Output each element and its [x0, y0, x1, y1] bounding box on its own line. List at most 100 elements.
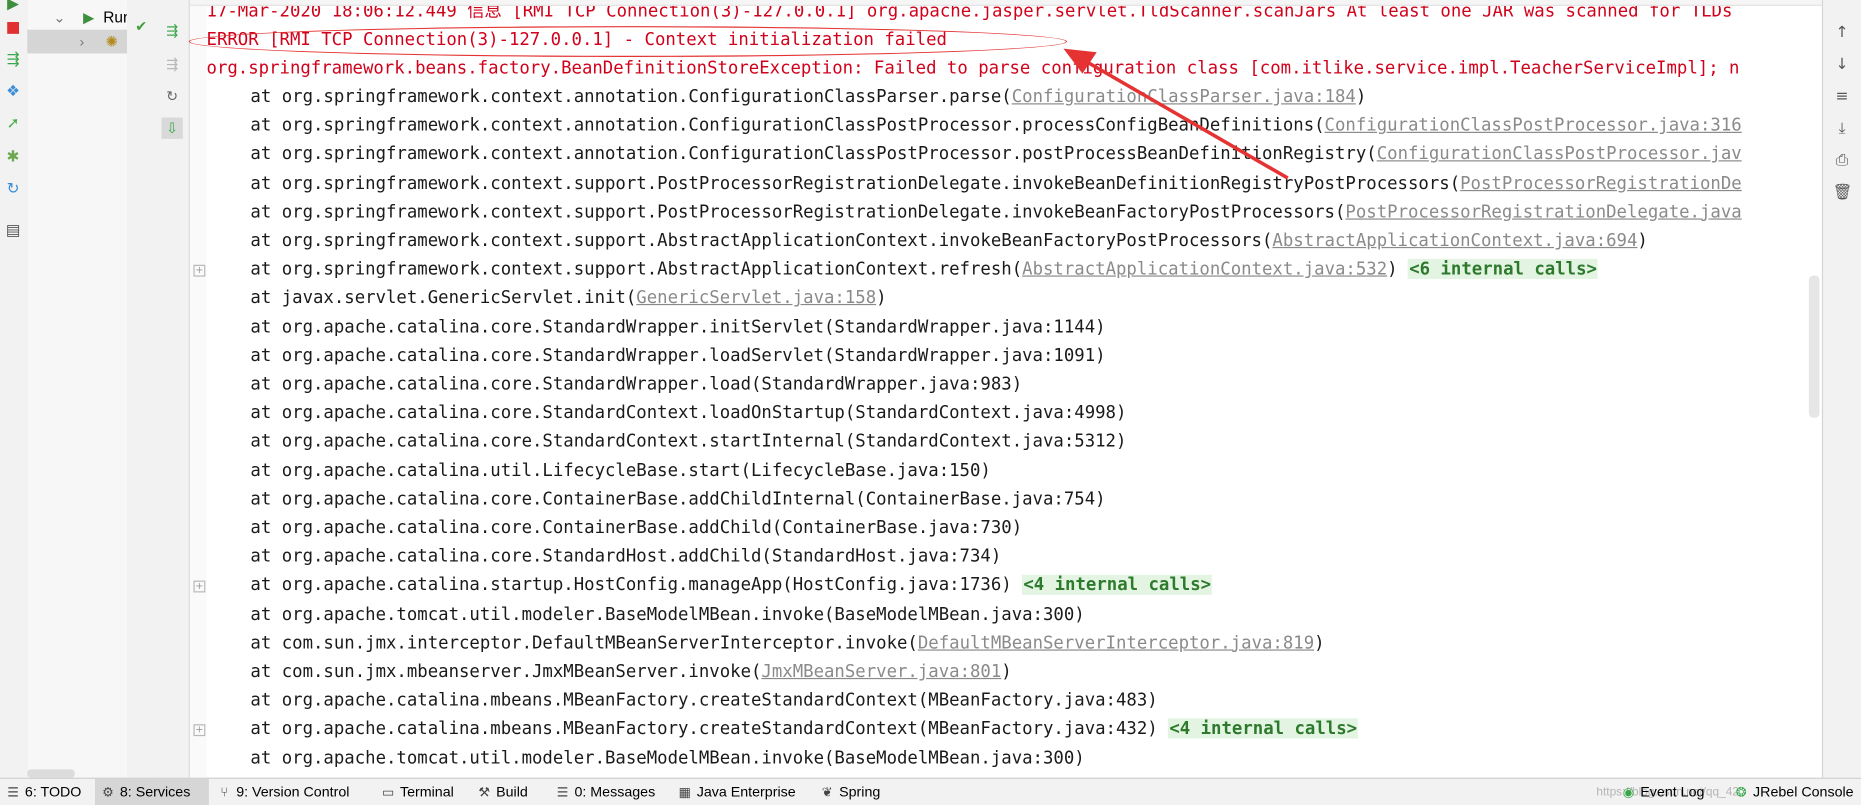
redeploy-icon[interactable]: ⇶: [4, 51, 23, 70]
frame-tail: ): [1637, 230, 1648, 251]
soft-wrap-icon[interactable]: ≡: [1833, 88, 1852, 107]
frame-text: at org.apache.catalina.core.StandardWrap…: [250, 345, 1106, 366]
stack-frame-line: at org.apache.tomcat.util.modeler.BaseMo…: [207, 744, 1084, 772]
services-tree: ⌄ ▶ Run › ✺: [27, 0, 132, 778]
frame-text: at com.sun.jmx.interceptor.DefaultMBeanS…: [250, 632, 918, 653]
frame-space: [1158, 719, 1168, 739]
fold-expand-icon[interactable]: +: [193, 264, 206, 277]
console-line-exception: org.springframework.beans.factory.BeanDe…: [206, 58, 1740, 79]
print-icon[interactable]: ⎙: [1833, 152, 1852, 171]
tree-row-run[interactable]: ⌄ ▶ Run: [27, 6, 131, 30]
tomcat-icon: ✺: [105, 33, 118, 50]
right-bottom-tab[interactable]: ◉ Event Log: [1620, 779, 1705, 805]
stack-frame-line: at org.apache.catalina.core.StandardCont…: [207, 399, 1126, 427]
run-icon: ▶: [83, 9, 95, 27]
frame-text: at org.springframework.context.annotatio…: [250, 144, 1377, 165]
deploy-icon[interactable]: ❖: [4, 83, 23, 102]
status-bar: ☰ 6: TODO ⚙ 8: Services ⑂ 9: Version Control ▭…: [0, 777, 1861, 805]
tree-horizontal-scrollbar[interactable]: [27, 769, 75, 778]
stack-frame-line: at org.apache.catalina.core.ContainerBas…: [207, 514, 1023, 542]
bottom-tab[interactable]: ☰ 0: Messages: [550, 779, 670, 805]
refresh-icon[interactable]: ↻: [4, 180, 23, 199]
frame-text: at org.springframework.context.annotatio…: [250, 115, 1325, 136]
frame-text: at org.apache.catalina.core.ContainerBas…: [250, 517, 1023, 538]
source-link[interactable]: ConfigurationClassPostProcessor.java:316: [1325, 115, 1742, 135]
scroll-to-end-icon[interactable]: ⇩: [161, 117, 183, 139]
arrow-up-icon[interactable]: ↑: [1833, 24, 1852, 43]
bottom-tab-label: Build: [496, 783, 528, 801]
stack-frame-line: at com.sun.jmx.mbeanserver.JmxMBeanServe…: [207, 658, 1012, 686]
source-link[interactable]: ConfigurationClassPostProcessor.jav: [1377, 144, 1742, 164]
source-link[interactable]: PostProcessorRegistrationDe: [1460, 173, 1742, 193]
branch-icon: ⑂: [220, 785, 229, 801]
java-enterprise-icon: ▦: [678, 785, 692, 801]
bottom-tab[interactable]: ☰ 6: TODO: [0, 779, 94, 805]
terminal-icon: ▭: [381, 785, 395, 801]
right-tab-label: JRebel Console: [1753, 783, 1854, 801]
disabled-action-icon[interactable]: ⇶: [161, 53, 182, 74]
right-bottom-tab[interactable]: ❂ JRebel Console: [1733, 779, 1854, 805]
bottom-tab[interactable]: ⚒ Build: [471, 779, 547, 805]
stack-frame-line: at org.springframework.context.support.P…: [207, 198, 1741, 226]
stop-icon[interactable]: ■: [4, 19, 23, 38]
source-link[interactable]: DefaultMBeanServerInterceptor.java:819: [918, 633, 1314, 653]
stack-frame-line: at org.apache.catalina.core.StandardWrap…: [207, 370, 1022, 398]
internal-calls-badge[interactable]: <4 internal calls>: [1168, 718, 1359, 739]
tree-row-tomcat[interactable]: › ✺: [27, 29, 127, 54]
trash-icon[interactable]: 🗑: [1833, 184, 1853, 203]
run-icon[interactable]: ▶: [4, 0, 23, 14]
fold-expand-icon[interactable]: +: [193, 581, 206, 593]
bottom-tab-label: 0: Messages: [574, 783, 656, 801]
console-top-edge: [189, 0, 1822, 6]
bottom-tab[interactable]: ▭ Terminal: [375, 779, 470, 805]
internal-calls-badge[interactable]: <6 internal calls>: [1408, 259, 1599, 280]
console-toolbar: ⇶ ⇶ ↻ ⇩: [155, 0, 190, 778]
frame-tail: ): [1314, 632, 1325, 653]
frame-text: at org.apache.tomcat.util.modeler.BaseMo…: [250, 603, 1085, 625]
bottom-tab-label: 6: TODO: [24, 783, 82, 801]
frame-text: at org.springframework.context.support.A…: [250, 259, 1023, 280]
stack-frame-line: at org.apache.catalina.core.StandardHost…: [207, 543, 1002, 571]
jrebel-run-icon[interactable]: ➚: [4, 115, 23, 134]
bottom-tab-label: 9: Version Control: [236, 783, 350, 801]
source-link[interactable]: ConfigurationClassParser.java:184: [1012, 87, 1356, 107]
internal-calls-badge[interactable]: <4 internal calls>: [1022, 575, 1213, 595]
frame-text: at org.apache.catalina.mbeans.MBeanFacto…: [250, 718, 1158, 739]
frame-tail: ): [1387, 259, 1398, 280]
stack-frame-line: at org.springframework.context.annotatio…: [207, 112, 1742, 140]
layout-icon[interactable]: ▤: [4, 222, 23, 241]
bottom-tab[interactable]: ▦ Java Enterprise: [672, 779, 812, 805]
source-link[interactable]: PostProcessorRegistrationDelegate.java: [1345, 202, 1741, 222]
scroll-to-end-icon[interactable]: ⤓: [1833, 120, 1852, 139]
bottom-tab[interactable]: ⚙ 8: Services: [94, 778, 209, 805]
fold-expand-icon[interactable]: +: [193, 724, 206, 737]
stack-frame-line: at org.apache.catalina.core.StandardCont…: [207, 428, 1126, 456]
source-link[interactable]: GenericServlet.java:158: [636, 288, 876, 308]
chevron-right-icon[interactable]: ›: [80, 30, 85, 54]
stack-frame-line: at org.apache.catalina.mbeans.MBeanFacto…: [207, 715, 1359, 743]
frame-tail: ): [1001, 661, 1012, 682]
chevron-down-icon[interactable]: ⌄: [53, 6, 65, 30]
frame-text: at org.springframework.context.support.P…: [250, 201, 1346, 222]
debug-icon[interactable]: ✱: [4, 148, 23, 167]
frame-space: [1012, 575, 1022, 595]
stack-frame-line: at org.apache.tomcat.util.modeler.BaseMo…: [207, 600, 1085, 628]
frame-text: at org.springframework.context.support.P…: [250, 172, 1461, 194]
source-link[interactable]: JmxMBeanServer.java:801: [761, 661, 1001, 681]
right-toolbar: ↑ ↓ ≡ ⤓ ⎙ 🗑: [1821, 0, 1861, 778]
rerun-icon[interactable]: ↻: [161, 85, 182, 106]
arrow-down-icon[interactable]: ↓: [1833, 56, 1852, 75]
bottom-tab[interactable]: ⑂ 9: Version Control: [211, 779, 372, 805]
frame-text: at org.apache.catalina.util.LifecycleBas…: [250, 460, 991, 481]
update-app-icon[interactable]: ⇶: [161, 20, 182, 41]
console-vertical-scrollbar[interactable]: [1808, 275, 1820, 418]
services-icon: ⚙: [102, 785, 114, 801]
source-link[interactable]: AbstractApplicationContext.java:694: [1272, 230, 1637, 250]
annotation-oval: [188, 26, 1068, 57]
stack-frame-line: at org.apache.catalina.startup.HostConfi…: [207, 572, 1213, 600]
frame-text: at org.springframework.context.support.A…: [250, 230, 1273, 251]
console-output[interactable]: 17-Mar-2020 18:06:12.449 信息 [RMI TCP Con…: [189, 0, 1822, 778]
checkmark-icon[interactable]: ✔: [132, 17, 151, 36]
bottom-tab[interactable]: ❦ Spring: [814, 779, 902, 805]
source-link[interactable]: AbstractApplicationContext.java:532: [1022, 259, 1387, 279]
